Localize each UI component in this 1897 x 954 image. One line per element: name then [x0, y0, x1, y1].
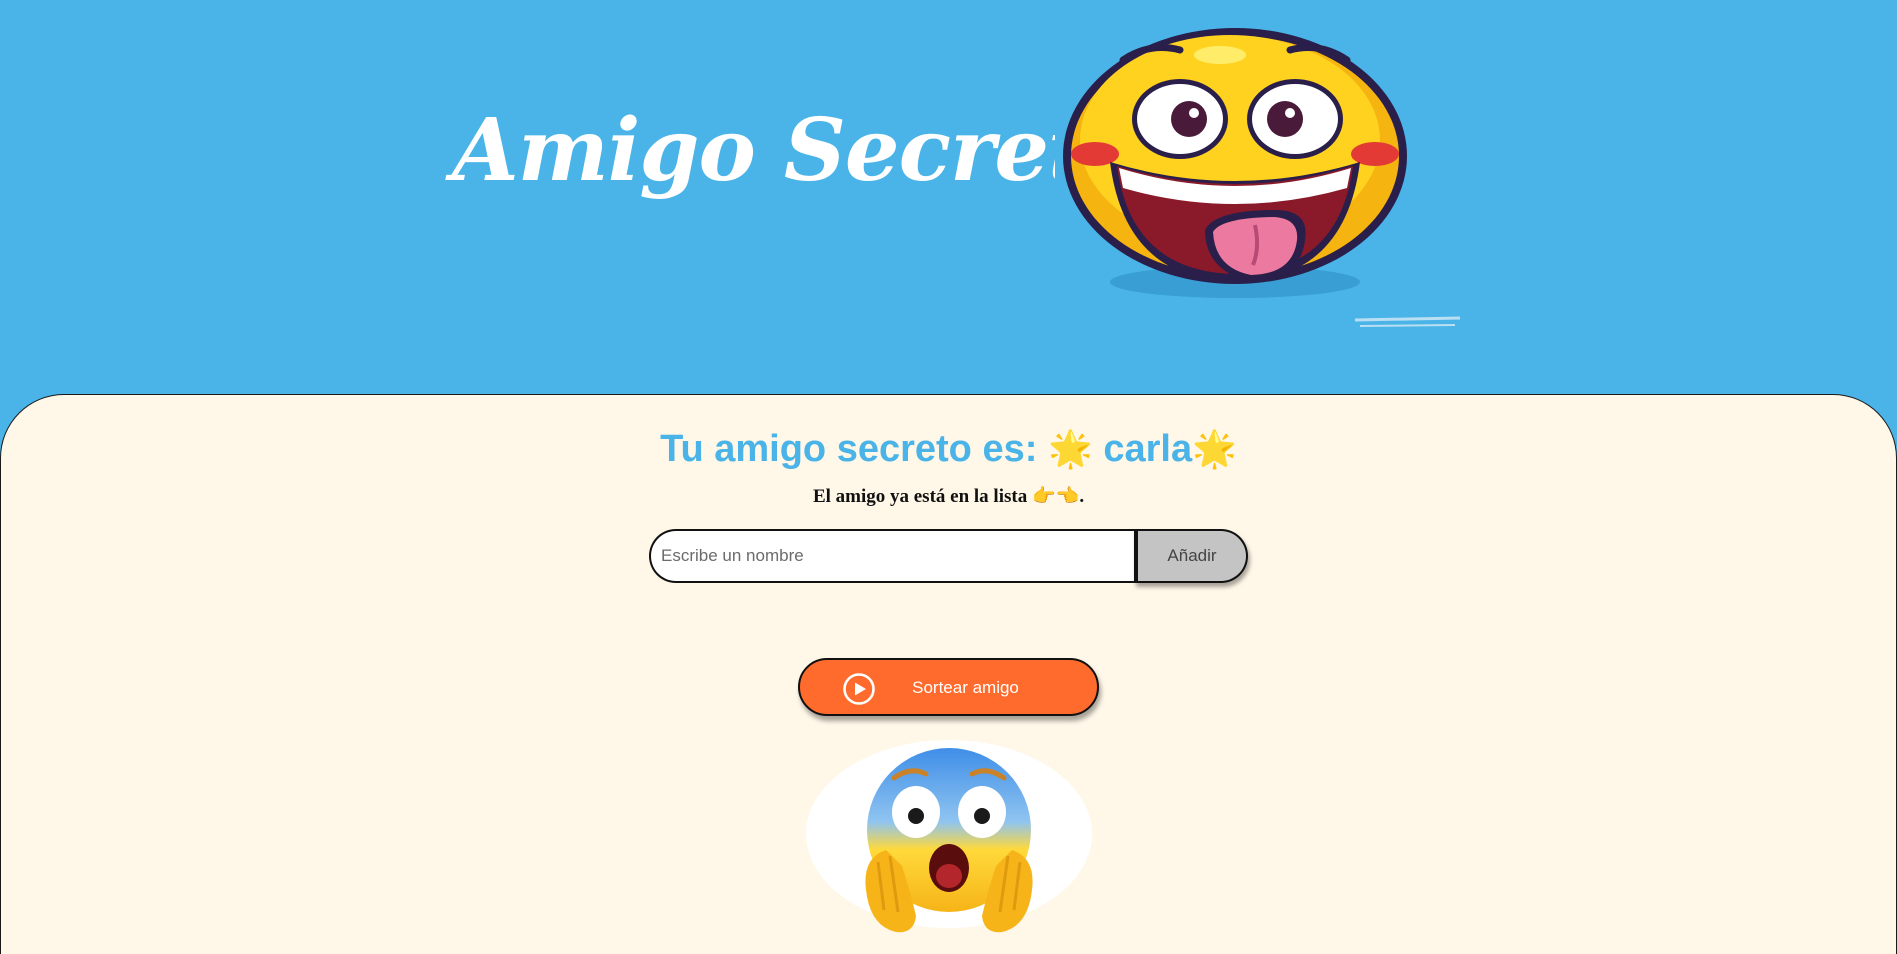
status-message-text: El amigo ya está en la lista [812, 486, 1028, 507]
secret-friend-result: Tu amigo secreto es: 🌟 carla🌟 [0, 428, 1897, 471]
status-message-end: . [1079, 486, 1085, 507]
sparkle-left-icon: 🌟 [1047, 428, 1093, 469]
draw-friend-button[interactable]: Sortear amigo [798, 658, 1099, 716]
name-input[interactable] [649, 529, 1135, 583]
pointing-right-icon: 👉 [1031, 486, 1056, 507]
sparkle-right-icon: 🌟 [1192, 428, 1237, 469]
draw-button-label: Sortear amigo [912, 678, 1019, 697]
status-message: El amigo ya está en la lista 👉👈. [0, 484, 1897, 508]
result-name: carla [1103, 428, 1193, 470]
pointing-left-icon: 👈 [1055, 486, 1080, 507]
add-button[interactable]: Añadir [1134, 529, 1248, 583]
add-friend-form: Añadir [649, 529, 1249, 583]
header: Amigo Secreto [0, 0, 1897, 400]
result-label: Tu amigo secreto es: [660, 428, 1038, 470]
page-title: Amigo Secreto [452, 100, 1144, 201]
laughing-emoji-icon [1055, 20, 1475, 335]
screaming-face-icon [806, 740, 1092, 933]
